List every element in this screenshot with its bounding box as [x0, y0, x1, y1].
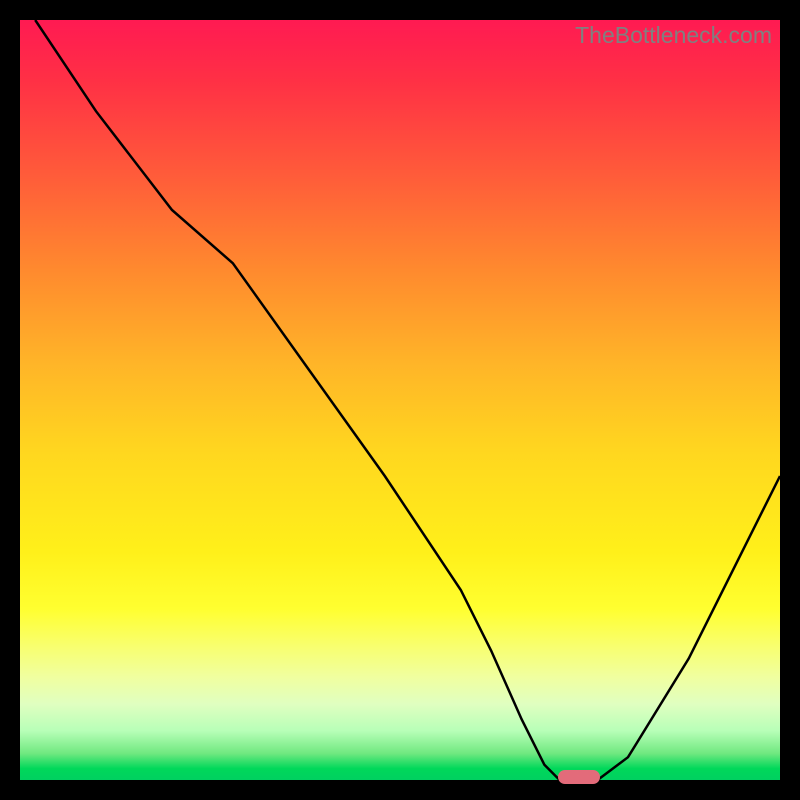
- optimal-marker: [558, 770, 600, 784]
- plot-area: TheBottleneck.com: [20, 20, 780, 780]
- watermark-text: TheBottleneck.com: [575, 22, 772, 49]
- bottleneck-curve: [20, 20, 780, 780]
